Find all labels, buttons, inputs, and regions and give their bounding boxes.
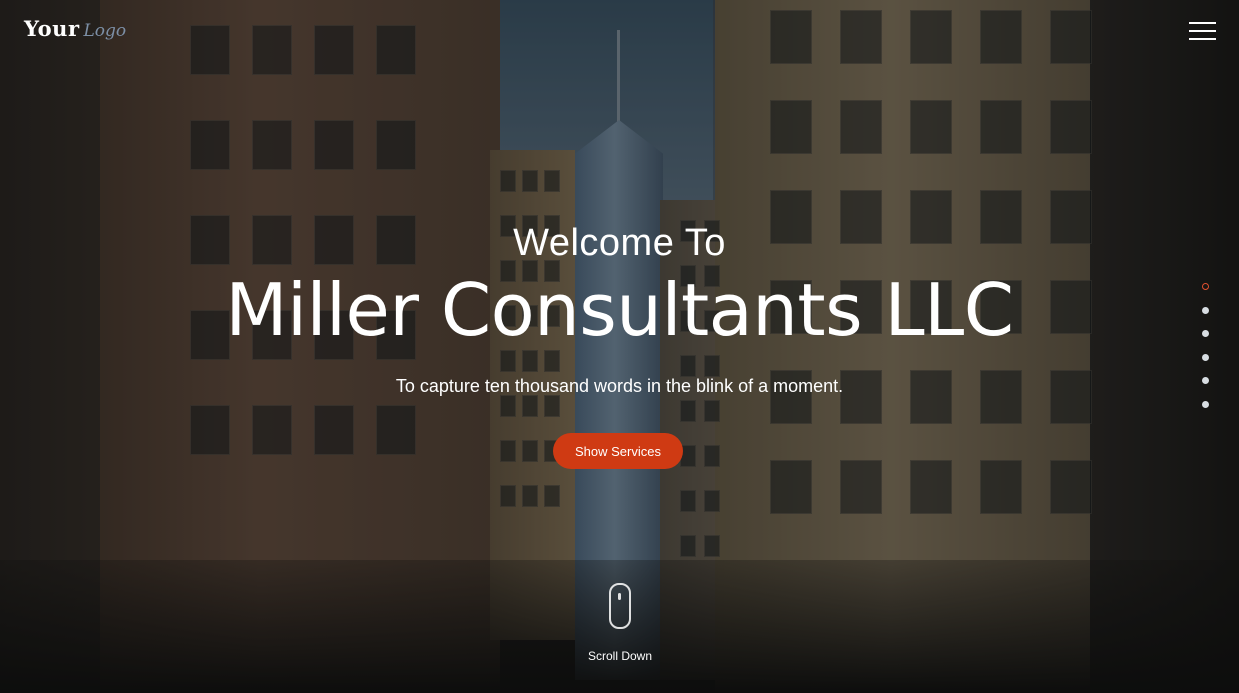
hamburger-menu-icon[interactable] <box>1189 22 1216 40</box>
section-nav-dots <box>1202 283 1211 424</box>
hero-text: Welcome To Miller Consultants LLC To cap… <box>0 220 1239 397</box>
tagline: To capture ten thousand words in the bli… <box>395 376 844 396</box>
show-services-button[interactable]: Show Services <box>553 433 683 469</box>
company-name-heading: Miller Consultants LLC <box>225 268 1014 352</box>
section-nav-dot[interactable] <box>1202 330 1209 337</box>
section-nav-dot[interactable] <box>1202 400 1209 408</box>
section-nav-dot[interactable] <box>1202 283 1209 290</box>
scroll-down-label: Scroll Down <box>587 649 653 663</box>
section-nav-dot[interactable] <box>1202 353 1209 361</box>
logo-script: Logo <box>83 21 127 41</box>
section-nav-dot[interactable] <box>1202 377 1209 384</box>
scroll-down-indicator[interactable]: Scroll Down <box>560 583 680 663</box>
section-nav-dot[interactable] <box>1202 306 1209 314</box>
welcome-heading: Welcome To <box>513 222 726 264</box>
logo-wordmark: Your <box>24 16 80 41</box>
mouse-wheel <box>618 593 621 600</box>
site-logo[interactable]: Your Logo <box>24 16 126 46</box>
menu-line <box>1189 30 1216 32</box>
menu-line <box>1189 38 1216 40</box>
mouse-scroll-icon <box>609 583 631 629</box>
menu-line <box>1189 22 1216 24</box>
